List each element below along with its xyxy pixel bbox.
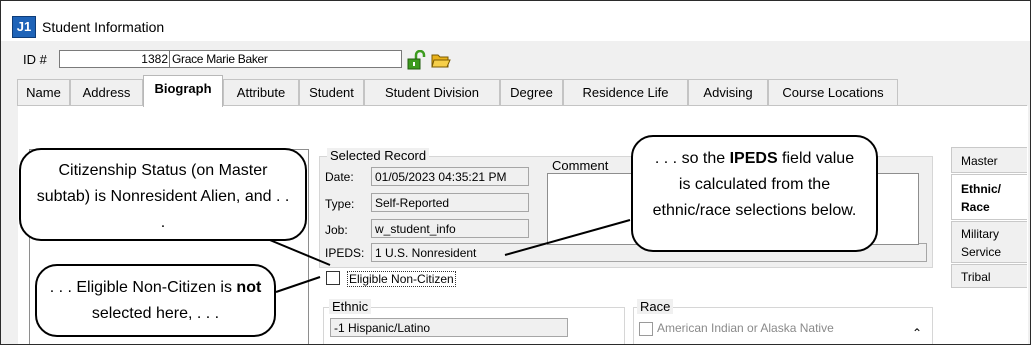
eligible-callout-text-post: selected here, . . . bbox=[91, 305, 220, 322]
title-bar: J1 Student Information bbox=[1, 1, 1030, 41]
eligible-callout-text-pre: . . . Eligible Non-Citizen is bbox=[49, 279, 237, 296]
date-field: 01/05/2023 04:35:21 PM bbox=[371, 167, 529, 186]
type-field: Self-Reported bbox=[371, 193, 529, 212]
ipeds-callout-bold: IPEDS bbox=[729, 150, 778, 167]
date-label: Date: bbox=[325, 170, 354, 184]
comment-label: Comment bbox=[552, 158, 609, 173]
eligible-callout: . . . Eligible Non-Citizen is not select… bbox=[35, 264, 276, 337]
eligible-callout-bold: not bbox=[236, 279, 262, 296]
tab-address[interactable]: Address bbox=[70, 79, 143, 105]
race-title: Race bbox=[637, 299, 674, 314]
citizenship-callout: Citizenship Status (on Master subtab) is… bbox=[19, 148, 307, 241]
tab-degree[interactable]: Degree bbox=[500, 79, 563, 105]
id-input[interactable]: 1382 bbox=[59, 50, 172, 68]
id-label: ID # bbox=[23, 52, 47, 67]
ipeds-label: IPEDS: bbox=[325, 246, 365, 260]
folder-open-icon[interactable] bbox=[431, 51, 451, 69]
eligible-non-citizen-label[interactable]: Eligible Non-Citizen bbox=[347, 271, 456, 287]
subtab-tribal[interactable]: Tribal bbox=[951, 264, 1027, 288]
race-american-indian-checkbox[interactable] bbox=[639, 322, 653, 336]
subtab-master[interactable]: Master bbox=[951, 147, 1027, 173]
tab-advising[interactable]: Advising bbox=[688, 79, 768, 105]
ethnic-field: -1 Hispanic/Latino bbox=[330, 318, 568, 337]
id-row: ID # 1382 Grace Marie Baker bbox=[1, 41, 1030, 77]
eligible-non-citizen-checkbox[interactable] bbox=[326, 271, 340, 285]
race-scroll-up-icon[interactable]: ⌃ bbox=[907, 322, 927, 344]
unlock-icon[interactable] bbox=[406, 50, 426, 70]
ethnic-title: Ethnic bbox=[329, 299, 372, 314]
app-logo-icon: J1 bbox=[12, 16, 36, 38]
student-name-field: Grace Marie Baker bbox=[169, 50, 402, 68]
job-field: w_student_info bbox=[371, 219, 529, 238]
tab-course-locations[interactable]: Course Locations bbox=[768, 79, 898, 105]
subtab-ethnic-race[interactable]: Ethnic/ Race bbox=[951, 174, 1027, 220]
ipeds-callout-text-pre: . . . so the bbox=[654, 150, 730, 167]
selected-record-title: Selected Record bbox=[327, 148, 430, 163]
tab-student-division[interactable]: Student Division bbox=[364, 79, 500, 105]
tab-biograph[interactable]: Biograph bbox=[143, 75, 223, 107]
window-title: Student Information bbox=[42, 19, 165, 35]
tab-student[interactable]: Student bbox=[299, 79, 364, 105]
type-label: Type: bbox=[325, 197, 355, 211]
tab-name[interactable]: Name bbox=[17, 79, 70, 105]
citizenship-callout-text: Citizenship Status (on Master subtab) is… bbox=[36, 162, 290, 231]
subtab-military-service[interactable]: Military Service bbox=[951, 221, 1027, 263]
ipeds-callout: . . . so the IPEDS field value is calcul… bbox=[631, 135, 878, 252]
race-american-indian-label: American Indian or Alaska Native bbox=[657, 321, 834, 335]
tab-attribute[interactable]: Attribute bbox=[223, 79, 299, 105]
job-label: Job: bbox=[325, 223, 348, 237]
tab-residence-life[interactable]: Residence Life bbox=[563, 79, 688, 105]
